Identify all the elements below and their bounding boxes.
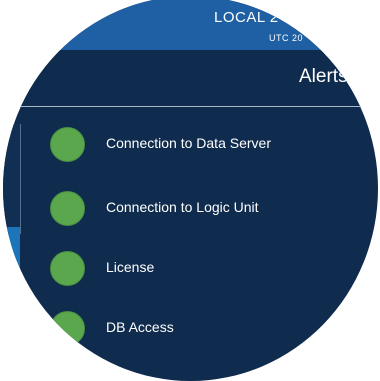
status-ok-icon bbox=[50, 191, 85, 226]
alert-list: Connection to Data Server Connection to … bbox=[3, 0, 378, 381]
alert-label: Connection to Logic Unit bbox=[106, 199, 259, 215]
status-ok-icon bbox=[50, 311, 85, 346]
magnified-view: LOCAL 2 UTC 20 Alerts Connection to Data… bbox=[3, 0, 378, 381]
status-ok-icon bbox=[50, 251, 85, 286]
alert-label: DB Access bbox=[106, 319, 174, 335]
alert-label: Connection to Data Server bbox=[106, 135, 271, 151]
status-ok-icon bbox=[50, 127, 85, 162]
alert-label: License bbox=[106, 259, 155, 275]
